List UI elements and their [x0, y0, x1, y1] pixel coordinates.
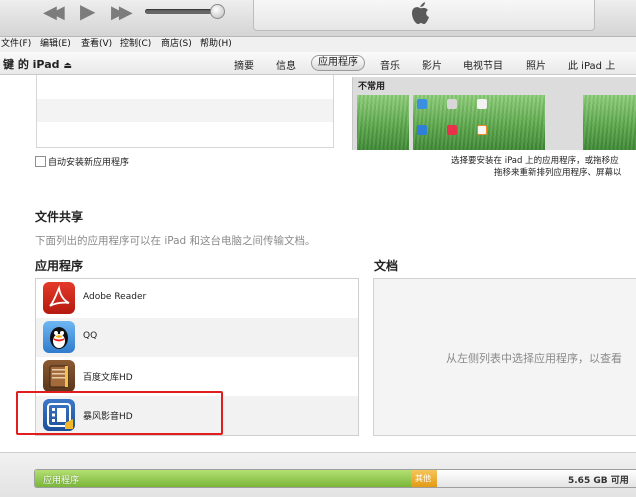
documents-empty-hint: 从左侧列表中选择应用程序，以查看 [446, 352, 622, 365]
app-name: QQ [83, 331, 98, 341]
device-nav-bar: 键 的 iPad ⏏ 摘要 信息 应用程序 音乐 影片 电视节目 照片 此 iP… [0, 52, 636, 75]
installable-app-list[interactable] [36, 75, 334, 148]
apps-column-header: 应用程序 [35, 259, 84, 273]
capacity-apps-segment: 应用程序 [35, 470, 411, 487]
tab-summary[interactable]: 摘要 [234, 57, 254, 72]
documents-panel: 从左侧列表中选择应用程序，以查看 [373, 278, 636, 436]
app-row-adobe-reader[interactable]: Adobe Reader [36, 279, 358, 318]
capacity-other-segment: 其他 [411, 470, 437, 487]
file-sharing-description: 下面列出的应用程序可以在 iPad 和这台电脑之间传输文档。 [35, 235, 316, 247]
tab-tv-shows[interactable]: 电视节目 [463, 57, 503, 72]
volume-slider-knob[interactable] [210, 4, 225, 19]
status-display [253, 0, 595, 31]
menu-edit[interactable]: 编辑(E) [40, 37, 71, 52]
menu-view[interactable]: 查看(V) [81, 37, 112, 52]
highlight-annotation-box [16, 391, 223, 435]
apple-logo-icon [412, 2, 429, 24]
arrange-hint-line2: 拖移来重新排列应用程序、屏幕以 [494, 168, 622, 178]
menu-bar: 文件(F) 编辑(E) 查看(V) 控制(C) 商店(S) 帮助(H) [0, 37, 636, 52]
qq-icon [43, 321, 75, 353]
app-name: Adobe Reader [83, 292, 147, 302]
baidu-wenku-icon [43, 360, 75, 392]
music-icon [447, 125, 457, 135]
tab-apps[interactable]: 应用程序 [311, 55, 365, 71]
player-toolbar: ◀◀ ▶ ▶▶ [0, 0, 636, 37]
contacts-icon [447, 99, 457, 109]
play-button[interactable]: ▶ [80, 1, 95, 21]
capacity-other-label: 其他 [415, 474, 431, 483]
home-screen-page-thumb[interactable] [413, 95, 545, 150]
game-center-icon [477, 125, 487, 135]
device-name-label: 键 的 iPad [3, 58, 60, 71]
capacity-footer: 应用程序 其他 5.65 GB 可用 [0, 452, 636, 497]
auto-install-checkbox[interactable] [35, 156, 46, 167]
tab-on-this-ipad[interactable]: 此 iPad 上 [568, 57, 615, 72]
next-track-button[interactable]: ▶▶ [111, 4, 133, 22]
capacity-bar: 应用程序 其他 5.65 GB 可用 [34, 469, 636, 488]
facetime-icon [417, 125, 427, 135]
auto-install-label: 自动安装新应用程序 [48, 158, 130, 168]
device-name[interactable]: 键 的 iPad ⏏ [3, 56, 72, 72]
file-sharing-title: 文件共享 [35, 210, 84, 224]
tab-music[interactable]: 音乐 [380, 57, 400, 72]
mail-icon [417, 99, 427, 109]
eject-icon[interactable]: ⏏ [63, 61, 72, 71]
tab-info[interactable]: 信息 [276, 57, 296, 72]
capacity-apps-label: 应用程序 [43, 476, 80, 486]
previous-track-button[interactable]: ◀◀ [43, 4, 65, 22]
tab-movies[interactable]: 影片 [422, 57, 442, 72]
tab-photos[interactable]: 照片 [526, 57, 546, 72]
arrange-hint-line1: 选择要安装在 iPad 上的应用程序，或拖移应 [451, 156, 619, 166]
home-screen-page-thumb[interactable] [357, 95, 409, 150]
app-name: 百度文库HD [83, 373, 133, 383]
menu-controls[interactable]: 控制(C) [120, 37, 151, 52]
menu-file[interactable]: 文件(F) [1, 37, 31, 52]
home-screen-page-label: 不常用 [358, 82, 386, 92]
app-row-qq[interactable]: QQ [36, 318, 358, 357]
menu-store[interactable]: 商店(S) [161, 37, 192, 52]
menu-help[interactable]: 帮助(H) [200, 37, 232, 52]
capacity-free-label: 5.65 GB 可用 [568, 476, 629, 486]
adobe-reader-icon [43, 282, 75, 314]
documents-column-header: 文档 [374, 259, 399, 273]
maps-icon [477, 99, 487, 109]
home-screen-page-thumb[interactable] [583, 95, 636, 150]
home-screen-preview[interactable]: 不常用 [352, 77, 636, 150]
